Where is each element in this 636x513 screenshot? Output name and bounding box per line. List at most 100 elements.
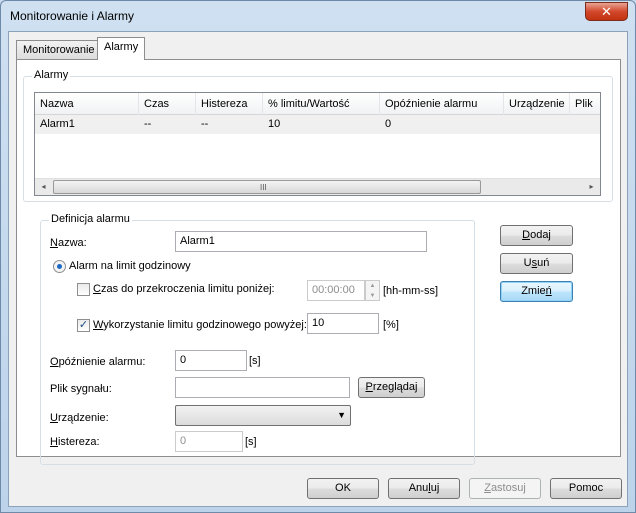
hysteresis-input[interactable]: 0	[175, 431, 243, 452]
label-text: zas do przekroczenia limitu poniżej:	[100, 283, 275, 295]
delay-unit: [s]	[249, 355, 261, 367]
alarm-hour-limit-radio[interactable]	[53, 260, 66, 273]
scroll-thumb[interactable]: III	[53, 180, 481, 194]
column-header-label: % limitu/Wartość	[268, 98, 350, 110]
add-button[interactable]: Dodaj	[500, 225, 573, 246]
input-value: 00:00:00	[312, 284, 355, 296]
button-label: OK	[335, 482, 351, 494]
column-header-czas[interactable]: Czas	[139, 93, 196, 115]
scroll-left-icon[interactable]: ◂	[35, 179, 52, 195]
mnemonic: ń	[545, 285, 552, 297]
column-header-nazwa[interactable]: Nazwa	[35, 93, 139, 115]
definition-group-label: Definicja alarmu	[49, 213, 132, 225]
hysteresis-unit: [s]	[245, 436, 257, 448]
time-below-limit-checkbox[interactable]	[77, 283, 90, 296]
title-bar[interactable]: Monitorowanie i Alarmy ✕	[1, 1, 635, 31]
alarms-list-header: Nazwa Czas Histereza % limitu/Wartość Op…	[35, 93, 600, 115]
device-label: Urządzenie:	[50, 412, 109, 424]
button-label: rzeglądaj	[372, 381, 418, 393]
column-header-label: Opóźnienie alarmu	[385, 98, 478, 110]
button-label: U	[523, 257, 532, 269]
delay-input[interactable]: 0	[175, 350, 247, 371]
button-label: uj	[430, 482, 440, 494]
checkmark-icon: ✓	[78, 319, 89, 331]
cell-czas: --	[144, 118, 152, 130]
browse-button[interactable]: Przeglądaj	[358, 377, 425, 398]
hour-limit-above-checkbox[interactable]: ✓	[77, 319, 90, 332]
tab-monitorowanie[interactable]: Monitorowanie	[16, 40, 102, 60]
button-label: uń	[537, 257, 550, 269]
input-value: Alarm1	[180, 235, 215, 247]
mnemonic: N	[50, 237, 58, 249]
button-label: Anu	[408, 482, 429, 494]
tab-alarmy[interactable]: Alarmy	[97, 37, 146, 60]
remove-button[interactable]: Usuń	[500, 253, 573, 274]
definition-groupbox: Definicja alarmu	[40, 213, 475, 465]
button-label: Pomoc	[568, 482, 604, 494]
time-spinner[interactable]: ▲ ▼	[365, 280, 380, 301]
label-text: azwa:	[57, 237, 87, 249]
percent-unit: [%]	[383, 319, 399, 331]
time-input[interactable]: 00:00:00	[307, 280, 365, 301]
alarms-list[interactable]: Nazwa Czas Histereza % limitu/Wartość Op…	[34, 92, 601, 196]
column-header-label: Nazwa	[40, 98, 74, 110]
signal-file-label: Plik sygnału:	[50, 383, 112, 395]
column-header-urzadzenie[interactable]: Urządzenie	[504, 93, 570, 115]
hour-limit-above-label: Wykorzystanie limitu godzinowego powyżej…	[93, 319, 307, 331]
label-text: ykorzystanie limitu godzinowego powyżej:	[103, 319, 307, 331]
button-label: Zmie	[521, 285, 546, 297]
mnemonic: U	[50, 412, 58, 424]
mnemonic: O	[50, 356, 59, 368]
dialog-client-area: Monitorowanie Alarmy Alarmy Nazwa Czas H…	[8, 31, 628, 507]
mnemonic: C	[93, 283, 101, 295]
tab-label: Monitorowanie	[23, 44, 95, 56]
spin-up-icon[interactable]: ▲	[366, 281, 379, 291]
label-text: istereza:	[57, 436, 100, 448]
cell-limit-wartosc: 10	[268, 118, 281, 130]
column-header-label: Czas	[144, 98, 170, 110]
device-select[interactable]: ▼	[175, 405, 351, 426]
cell-nazwa: Alarm1	[40, 118, 75, 130]
cell-opoznienie: 0	[385, 118, 392, 130]
scroll-right-icon[interactable]: ▸	[583, 179, 600, 195]
chevron-down-icon: ▼	[337, 410, 346, 420]
table-row[interactable]: Alarm1 -- -- 10 0	[35, 115, 600, 134]
time-unit: [hh-mm-ss]	[383, 285, 438, 297]
apply-button[interactable]: Zastosuj	[469, 478, 541, 499]
column-header-label: Urządzenie	[509, 98, 565, 110]
mnemonic: W	[93, 319, 104, 331]
column-header-plik[interactable]: Plik	[570, 93, 600, 115]
dialog-window: Monitorowanie i Alarmy ✕ Monitorowanie A…	[0, 0, 636, 513]
radio-selected-dot	[57, 264, 62, 269]
close-icon: ✕	[601, 4, 612, 19]
close-button[interactable]: ✕	[585, 2, 628, 21]
horizontal-scrollbar[interactable]: ◂ III ▸	[35, 178, 600, 195]
column-header-opoznienie[interactable]: Opóźnienie alarmu	[380, 93, 504, 115]
column-header-label: Histereza	[201, 98, 248, 110]
alarms-group-label: Alarmy	[32, 69, 71, 81]
column-header-histereza[interactable]: Histereza	[196, 93, 263, 115]
input-value: 0	[180, 354, 187, 366]
percent-input[interactable]: 10	[307, 313, 379, 334]
ok-button[interactable]: OK	[307, 478, 379, 499]
window-title: Monitorowanie i Alarmy	[10, 9, 135, 23]
help-button[interactable]: Pomoc	[550, 478, 622, 499]
alarms-groupbox: Alarmy Nazwa Czas Histereza % limitu/War…	[23, 69, 613, 202]
input-value: 0	[180, 435, 187, 447]
input-value: 10	[312, 317, 325, 329]
radio-label: Alarm na limit godzinowy	[69, 260, 191, 272]
label-text: rządzenie:	[57, 412, 109, 424]
mnemonic: P	[365, 381, 373, 393]
mnemonic: H	[50, 436, 58, 448]
tab-label: Alarmy	[104, 41, 139, 53]
name-input[interactable]: Alarm1	[175, 231, 427, 252]
signal-file-input[interactable]	[175, 377, 350, 398]
cancel-button[interactable]: Anuluj	[388, 478, 460, 499]
column-header-limit-wartosc[interactable]: % limitu/Wartość	[263, 93, 380, 115]
cell-histereza: --	[201, 118, 209, 130]
mnemonic: Z	[484, 482, 491, 494]
button-label: odaj	[530, 229, 551, 241]
change-button[interactable]: Zmień	[500, 281, 573, 302]
spin-down-icon[interactable]: ▼	[366, 291, 379, 301]
name-label: Nazwa:	[50, 237, 87, 249]
